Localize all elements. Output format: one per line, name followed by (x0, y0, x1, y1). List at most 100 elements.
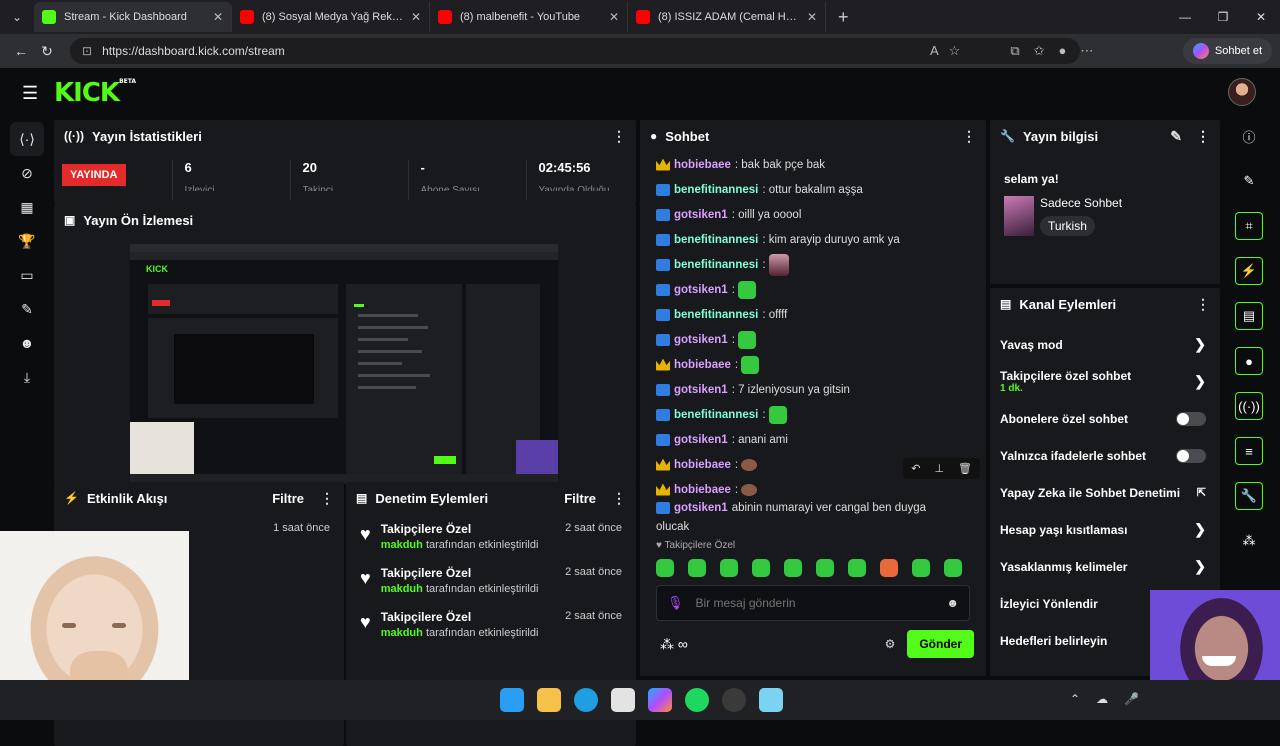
microphone-icon[interactable]: 🎤 (1124, 692, 1139, 706)
chat-icon[interactable]: ● (1235, 347, 1263, 375)
chat-username[interactable]: gotsiken1 (674, 209, 728, 221)
windows-start-icon[interactable] (500, 688, 524, 712)
site-info-icon[interactable]: ⊡ (82, 44, 92, 58)
broadcast-icon[interactable]: ((·)) (1235, 392, 1263, 420)
spotify-icon[interactable] (685, 688, 709, 712)
chat-message[interactable]: gotsiken1: 7 izleniyosun ya gitsin (640, 377, 986, 402)
emote-icon[interactable] (752, 559, 770, 577)
channel-action-item[interactable]: Abonelere özel sohbet (990, 400, 1220, 437)
chat-message[interactable]: hobiebaee: (640, 352, 986, 377)
channel-action-item[interactable]: Yalnızca ifadelerle sohbet (990, 437, 1220, 474)
moderation-menu-icon[interactable]: ⋮ (612, 490, 626, 507)
chat-message[interactable]: hobiebaee: bak bak pçe bak (640, 152, 986, 177)
pin-icon[interactable]: ⊥ (934, 462, 944, 475)
read-aloud-icon[interactable]: A (930, 43, 939, 59)
notepad-icon[interactable] (759, 688, 783, 712)
chat-username[interactable]: benefitinannesi (674, 234, 758, 246)
browser-tab[interactable]: Stream - Kick Dashboard ✕ (34, 2, 232, 32)
extensions-icon[interactable]: ⧉ (1010, 43, 1019, 59)
wrench-icon[interactable]: ✎ (4, 292, 50, 326)
channel-action-item[interactable]: Yavaş mod ❯ (990, 326, 1220, 363)
moderation-filter-button[interactable]: Filtre (564, 491, 596, 506)
url-field[interactable]: ⊡ https://dashboard.kick.com/stream (70, 38, 1080, 64)
new-tab-plus-icon[interactable]: + (838, 7, 849, 28)
stream-icon[interactable]: ⟨·⟩ (10, 122, 44, 156)
wrench-icon[interactable]: 🔧 (1235, 482, 1263, 510)
chat-messages[interactable]: hobiebaee: bak bak pçe bak benefitinannes… (640, 152, 986, 570)
tab-close-icon[interactable]: ✕ (213, 10, 223, 24)
reload-icon[interactable]: ↻ (34, 43, 60, 60)
chat-settings-gear-icon[interactable]: ⚙ (885, 637, 896, 651)
tab-list-chevron-icon[interactable]: ⌄ (6, 6, 28, 28)
emote-icon[interactable] (656, 559, 674, 577)
maximize-icon[interactable]: ❐ (1204, 0, 1242, 34)
close-window-icon[interactable]: ✕ (1242, 0, 1280, 34)
chat-message[interactable]: benefitinannesi: (640, 252, 986, 277)
chat-message[interactable]: gotsiken1 abinin numarayi ver cangal ben… (640, 502, 986, 540)
more-icon[interactable]: ⋯ (1080, 43, 1093, 59)
chat-username[interactable]: gotsiken1 (674, 502, 728, 514)
users-icon[interactable]: ☻ (4, 326, 50, 360)
obs-icon[interactable] (722, 688, 746, 712)
chat-username[interactable]: benefitinannesi (674, 309, 758, 321)
emote-icon[interactable] (912, 559, 930, 577)
chat-username[interactable]: benefitinannesi (674, 184, 758, 196)
emote-icon[interactable] (688, 559, 706, 577)
edit-pencil-icon[interactable]: ✎ (1170, 128, 1182, 145)
channel-action-item[interactable]: Yasaklanmış kelimeler ❯ (990, 548, 1220, 585)
events-menu-icon[interactable]: ⋮ (320, 490, 334, 507)
kick-logo[interactable]: KICKBETA (54, 78, 136, 108)
chat-username[interactable]: benefitinannesi (674, 259, 758, 271)
back-arrow-icon[interactable]: ← (8, 43, 34, 59)
menu-icon[interactable]: ☰ (22, 83, 52, 104)
chat-message[interactable]: gotsiken1: anani ami (640, 427, 986, 452)
nodes-icon[interactable]: ⁂ (1235, 527, 1263, 555)
chat-username[interactable]: gotsiken1 (674, 384, 728, 396)
tab-close-icon[interactable]: ✕ (411, 10, 421, 24)
moderator-name[interactable]: makduh (381, 627, 423, 639)
mic-icon[interactable]: 🎙 (667, 595, 684, 611)
store-icon[interactable] (611, 688, 635, 712)
browser-tab[interactable]: (8) ISSIZ ADAM (Cemal Hünal, Mel ✕ (628, 2, 826, 32)
undo-icon[interactable]: ↶ (911, 462, 920, 475)
chat-message-input[interactable] (695, 596, 947, 610)
emote-icon[interactable] (784, 559, 802, 577)
channel-action-item[interactable]: Hesap yaşı kısıtlaması ❯ (990, 511, 1220, 548)
chevron-right-icon[interactable]: ❯ (1194, 336, 1206, 353)
chat-username[interactable]: gotsiken1 (674, 284, 728, 296)
chevron-right-icon[interactable]: ❯ (1194, 558, 1206, 575)
chat-menu-icon[interactable]: ⋮ (962, 128, 976, 145)
chat-message[interactable]: hobiebaee: (640, 477, 986, 502)
emoji-icon[interactable]: ☻ (946, 596, 959, 610)
moderator-name[interactable]: makduh (381, 539, 423, 551)
external-link-icon[interactable]: ⇱ (1197, 486, 1206, 499)
delete-icon[interactable]: 🗑 (958, 462, 972, 475)
chat-username[interactable]: hobiebaee (674, 459, 731, 471)
chat-message[interactable]: gotsiken1: (640, 277, 986, 302)
user-avatar[interactable] (1228, 78, 1256, 106)
favorites-icon[interactable]: ✩ (1034, 43, 1045, 59)
profile-icon[interactable]: ● (1059, 43, 1067, 59)
chat-message[interactable]: benefitinannesi: kim arayip duruyo amk y… (640, 227, 986, 252)
chevron-right-icon[interactable]: ❯ (1194, 521, 1206, 538)
chat-message[interactable]: gotsiken1: (640, 327, 986, 352)
info-icon[interactable]: ⓘ (1235, 122, 1263, 150)
film-icon[interactable]: ▭ (4, 258, 50, 292)
trophy-icon[interactable]: 🏆 (4, 224, 50, 258)
pencil-icon[interactable]: ✎ (1235, 167, 1263, 195)
chat-username[interactable]: gotsiken1 (674, 434, 728, 446)
channel-actions-menu-icon[interactable]: ⋮ (1196, 296, 1210, 313)
browser-tab[interactable]: (8) malbenefit - YouTube ✕ (430, 2, 628, 32)
toggle-switch[interactable] (1176, 411, 1206, 426)
clipboard-icon[interactable]: ▤ (1235, 302, 1263, 330)
chat-message[interactable]: benefitinannesi: offff (640, 302, 986, 327)
file-explorer-icon[interactable] (537, 688, 561, 712)
copilot-app-icon[interactable] (648, 688, 672, 712)
emote-icon[interactable] (848, 559, 866, 577)
chat-message[interactable]: benefitinannesi: ottur bakalım aşşa (640, 177, 986, 202)
browser-tab[interactable]: (8) Sosyal Medya Yağ Reklamı Orji ✕ (232, 2, 430, 32)
layout-icon[interactable]: ▦ (4, 190, 50, 224)
chat-username[interactable]: hobiebaee (674, 159, 731, 171)
chat-message[interactable]: benefitinannesi: (640, 402, 986, 427)
send-button[interactable]: Gönder (907, 630, 974, 658)
